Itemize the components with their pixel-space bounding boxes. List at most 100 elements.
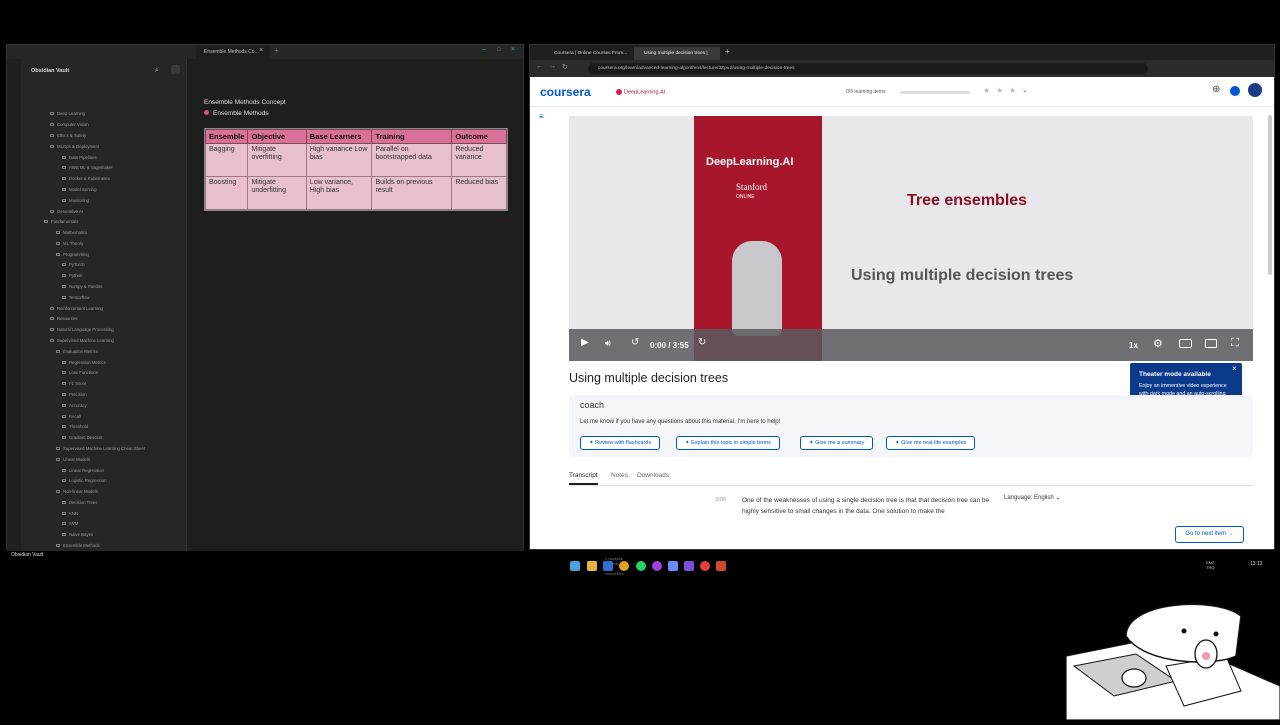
explain-button[interactable]: ✦ Explain this topic in simple terms [676,436,780,450]
tree-item[interactable]: Supervised Machine Learning Cheat Sheet [56,446,145,451]
tree-item[interactable]: Ensemble Methods [56,543,100,548]
speed-button[interactable]: 1x [1129,341,1138,350]
new-note-icon[interactable] [171,65,180,74]
chrome-icon[interactable] [619,561,629,571]
star-icon[interactable]: ★ [996,86,1003,95]
whatsapp-icon[interactable] [636,561,646,571]
tree-item[interactable]: Non-linear Models [56,489,98,494]
close-icon[interactable]: × [1232,364,1237,373]
tree-item[interactable]: Decision Trees [62,500,97,505]
tree-item[interactable]: Gradient Descent [62,435,102,440]
tree-item[interactable]: Programming [56,252,89,257]
tree-item[interactable]: Monitoring [62,198,89,203]
tree-item[interactable]: Tensorflow [62,295,90,300]
tree-item[interactable]: Naive Bayes [62,532,93,537]
tab-transcript[interactable]: Transcript [569,472,598,485]
tree-item[interactable]: SVM [62,521,78,526]
tree-item[interactable]: MLOps & Deployment [50,144,99,149]
tree-item[interactable]: KNN [62,511,78,516]
tray-lang[interactable]: ENG TRQ [1206,560,1216,570]
scrollbar[interactable] [1268,115,1272,275]
tree-item[interactable]: Loss Functions [62,370,98,375]
fullscreen-icon[interactable]: ⛶ [1231,337,1239,350]
avatar[interactable] [1248,83,1262,97]
reload-icon[interactable]: ↻ [562,63,568,71]
flashcards-button[interactable]: ✦ Review with flashcards [580,436,661,450]
tree-item[interactable]: Threshold [62,424,88,429]
new-tab-icon[interactable]: + [725,47,730,56]
summary-button[interactable]: ✦ Give me a summary [800,436,874,450]
chevron-down-icon[interactable]: ⌄ [1022,86,1028,94]
tree-item[interactable]: Numpy & Pandas [62,284,102,289]
tree-item[interactable]: Linear Regression [62,468,104,473]
tree-item[interactable]: Ethics & Safety [50,133,86,138]
tray-clock[interactable]: 13:12 [1250,561,1263,567]
pip-icon[interactable] [1205,339,1217,348]
tree-item[interactable]: F1 Score [62,381,86,386]
tab-downloads[interactable]: Downloads [637,472,669,479]
tree-item[interactable]: Precision [62,392,87,397]
tree-item[interactable]: Deep Learning [50,111,85,116]
tree-item[interactable]: Recall [62,414,81,419]
transcript-timestamp[interactable]: 0:00 [716,497,726,503]
forward-skip-icon[interactable]: ↻ [698,337,706,348]
examples-button[interactable]: ✦ Give me real-life examples [886,436,976,450]
back-icon[interactable]: ← [536,63,543,70]
menu-icon[interactable]: ≡ [539,112,544,121]
partner-logo[interactable]: DeepLearning.AI [616,89,665,95]
vault-switcher[interactable]: Obsidian Vault [11,552,43,558]
globe-icon[interactable]: ⊕ [1212,84,1220,95]
language-select[interactable]: Language: English ⌄ [1004,494,1060,501]
app-icon[interactable] [668,561,678,571]
volume-icon[interactable]: 🔊︎ [605,338,611,349]
star-icon[interactable]: ★ [1009,86,1016,95]
tree-item[interactable]: Docker & Kubernetes [62,176,110,181]
minimize-icon[interactable]: – [482,46,486,53]
file-explorer-icon[interactable] [587,561,597,571]
coursera-logo[interactable]: coursera [540,85,591,99]
tree-item[interactable]: Regression Metrics [62,360,106,365]
tree-item[interactable]: Fundamentals [44,219,78,224]
tree-item[interactable]: Accuracy [62,403,87,408]
browser-tab-coursera[interactable]: Coursera | Online Courses From... [544,47,630,60]
settings-icon[interactable]: ⚙︎ [1153,337,1163,350]
tree-item[interactable]: Evaluation Metrics [56,349,98,354]
tab-notes[interactable]: Notes [611,472,628,479]
tree-item[interactable]: Reinforcement Learning [50,306,103,311]
coach-icon[interactable] [1230,86,1240,96]
tree-item[interactable]: Data Pipelines [62,155,97,160]
rewind-icon[interactable]: ↺ [631,337,639,348]
obsidian-icon[interactable] [684,561,694,571]
tree-item[interactable]: Logistic Regression [62,478,107,483]
tree-item[interactable]: AWS ML & Sagemaker [62,165,113,170]
messenger-icon[interactable] [652,561,662,571]
theater-mode-icon[interactable] [1179,339,1192,348]
transcript-text[interactable]: One of the weaknesses of using a single … [742,495,992,517]
tree-item[interactable]: Generative AI [50,209,83,214]
star-icon[interactable]: ★ [983,86,990,95]
tree-item[interactable]: Python [62,273,82,278]
video-player[interactable]: DeepLearning.AI Stanford ONLINE Tree ens… [569,116,1253,361]
tree-item[interactable]: Mathematics [56,230,87,235]
vault-name[interactable]: Obsidian Vault [31,68,69,74]
tree-item[interactable]: Computer Vision [50,122,89,127]
browser-tab-lecture[interactable]: Using multiple decision trees | [634,47,720,60]
tree-item[interactable]: Natural Language Processing [50,327,114,332]
address-bar[interactable]: coursera.org/learn/advanced-learning-alg… [588,63,1148,74]
app-icon-2[interactable] [716,561,726,571]
tree-item[interactable]: Supervised Machine Learning [50,338,114,343]
search-icon[interactable]: ⌕ [155,67,159,75]
next-item-button[interactable]: Go to next item → [1175,526,1244,543]
forward-icon[interactable]: → [549,63,556,70]
close-icon[interactable]: × [259,47,263,54]
new-tab-icon[interactable]: + [274,46,279,55]
play-icon[interactable]: ▶ [581,337,589,348]
tree-item[interactable]: Linear Models [56,457,90,462]
start-icon[interactable] [570,561,580,571]
tree-item[interactable]: PyTorch [62,262,85,267]
tree-item[interactable]: ML Theory [56,241,83,246]
tree-item[interactable]: Resources [50,316,78,321]
mail-icon[interactable] [603,561,613,571]
tree-item[interactable]: Model Serving [62,187,96,192]
maximize-icon[interactable]: □ [497,47,501,53]
